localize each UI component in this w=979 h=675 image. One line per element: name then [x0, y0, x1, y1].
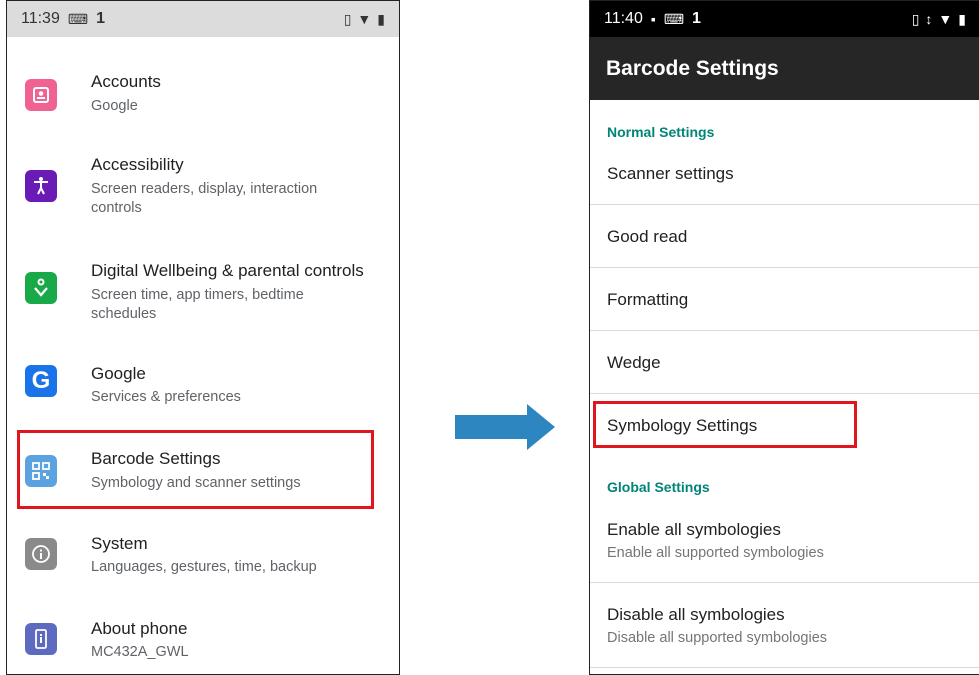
google-icon: G [25, 365, 57, 397]
battery-icon: ▮ [377, 10, 385, 27]
page-title: Barcode Settings [606, 56, 779, 80]
keyboard-icon: ⌨ [67, 10, 89, 27]
phone-icon [25, 623, 57, 655]
pref-good-read[interactable]: Good read [590, 205, 979, 268]
image-icon: ▪ [650, 11, 656, 27]
setting-title: System [91, 534, 148, 553]
setting-title: Google [91, 364, 146, 383]
setting-google[interactable]: G Google Services & preferences [7, 355, 399, 425]
vibrate-icon: ▯ [911, 10, 920, 27]
battery-icon: ▮ [958, 10, 966, 27]
pref-title: Good read [607, 227, 688, 246]
info-icon [25, 538, 57, 570]
keyboard-icon: ⌨ [663, 10, 685, 27]
setting-title: Accounts [91, 72, 161, 91]
pref-formatting[interactable]: Formatting [590, 268, 979, 331]
setting-subtitle: Languages, gestures, time, backup [91, 559, 317, 575]
status-bar: 11:40 ▪ ⌨ 1 ▯ ↕ ▼ ▮ [590, 1, 979, 37]
pref-title: Scanner settings [607, 164, 734, 183]
status-bar: 11:39 ⌨ 1 ▯ ▼ ▮ [7, 1, 399, 37]
setting-about-phone[interactable]: About phone MC432A_GWL [7, 610, 399, 674]
setting-subtitle: Screen readers, display, interaction con… [91, 181, 318, 216]
wifi-icon: ▼ [357, 11, 372, 27]
setting-title: Digital Wellbeing & parental controls [91, 261, 364, 280]
section-header-normal: Normal Settings [607, 124, 715, 140]
setting-subtitle: Google [91, 98, 138, 114]
vibrate-icon: ▯ [343, 10, 352, 27]
accessibility-icon [25, 170, 57, 202]
settings-list: Accounts Google Accessibility Screen rea… [7, 37, 399, 674]
setting-title: About phone [91, 619, 188, 638]
pref-scanner-settings[interactable]: Scanner settings [590, 142, 979, 205]
arrow-right-icon [455, 404, 555, 450]
pref-enable-all[interactable]: Enable all symbologies Enable all suppor… [590, 498, 979, 583]
setting-subtitle: Services & preferences [91, 389, 241, 405]
wifi-icon: ▼ [938, 11, 953, 27]
pref-title: Enable all symbologies [607, 520, 781, 539]
barcode-settings-screen: 11:40 ▪ ⌨ 1 ▯ ↕ ▼ ▮ Barcode Settings Nor… [589, 0, 979, 675]
setting-title: Accessibility [91, 155, 184, 174]
setting-system[interactable]: System Languages, gestures, time, backup [7, 525, 399, 595]
section-header-global: Global Settings [607, 479, 710, 495]
setting-accessibility[interactable]: Accessibility Screen readers, display, i… [7, 145, 399, 229]
pref-wedge[interactable]: Wedge [590, 331, 979, 394]
wellbeing-icon [25, 272, 57, 304]
status-time: 11:40 [604, 10, 643, 27]
setting-subtitle: Screen time, app timers, bedtime schedul… [91, 287, 304, 322]
pref-title: Formatting [607, 290, 689, 309]
pref-title: Wedge [607, 353, 661, 372]
accounts-icon [25, 79, 57, 111]
settings-screen: 11:39 ⌨ 1 ▯ ▼ ▮ Accounts Google Accessib… [6, 0, 400, 675]
setting-subtitle: MC432A_GWL [91, 644, 189, 660]
pref-subtitle: Disable all supported symbologies [607, 630, 828, 646]
pref-disable-all[interactable]: Disable all symbologies Disable all supp… [590, 583, 979, 668]
pref-subtitle: Enable all supported symbologies [607, 545, 824, 561]
pref-title: Disable all symbologies [607, 605, 785, 624]
barcode-settings-highlight [17, 430, 374, 509]
setting-digital-wellbeing[interactable]: Digital Wellbeing & parental controls Sc… [7, 251, 399, 335]
symbology-settings-highlight [593, 401, 857, 448]
app-bar: Barcode Settings [590, 37, 979, 100]
notification-count: 1 [692, 10, 701, 27]
status-time: 11:39 [21, 10, 60, 27]
data-icon: ↕ [925, 11, 933, 27]
notification-count: 1 [96, 10, 105, 27]
setting-accounts[interactable]: Accounts Google [7, 57, 399, 137]
